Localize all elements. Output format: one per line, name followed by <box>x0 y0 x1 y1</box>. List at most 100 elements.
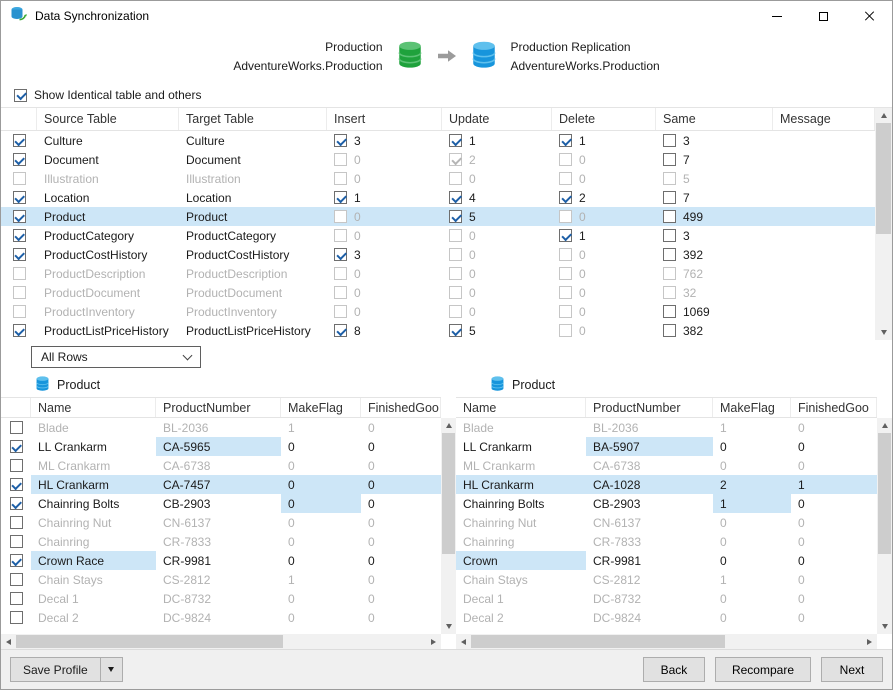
same-checkbox[interactable] <box>663 267 676 280</box>
row-select-cell[interactable] <box>1 264 37 283</box>
source-table-cell[interactable]: Culture <box>37 131 179 150</box>
column-header-makeflag[interactable]: MakeFlag <box>713 398 791 417</box>
cell-finishedgoo[interactable]: 0 <box>361 437 441 456</box>
cell-makeflag[interactable]: 0 <box>713 456 791 475</box>
delete-cell[interactable]: 0 <box>552 302 656 321</box>
cell-makeflag[interactable]: 1 <box>713 570 791 589</box>
source-table-cell[interactable]: ProductCostHistory <box>37 245 179 264</box>
column-header-makeflag[interactable]: MakeFlag <box>281 398 361 417</box>
data-row[interactable]: ML CrankarmCA-673800 <box>1 456 441 475</box>
scroll-thumb[interactable] <box>16 635 283 648</box>
update-checkbox[interactable] <box>449 210 462 223</box>
insert-cell[interactable]: 0 <box>327 283 442 302</box>
cell-productnumber[interactable]: CA-7457 <box>156 475 281 494</box>
same-cell[interactable]: 7 <box>656 188 773 207</box>
target-table-cell[interactable]: Product <box>179 207 327 226</box>
row-select-cell[interactable] <box>1 494 31 513</box>
update-checkbox[interactable] <box>449 286 462 299</box>
cell-makeflag[interactable]: 0 <box>713 532 791 551</box>
cell-name[interactable]: Chain Stays <box>31 570 156 589</box>
delete-checkbox[interactable] <box>559 153 572 166</box>
cell-productnumber[interactable]: CR-9981 <box>156 551 281 570</box>
cell-makeflag[interactable]: 0 <box>281 608 361 627</box>
scroll-up-arrow[interactable] <box>441 418 456 433</box>
target-horizontal-scrollbar[interactable] <box>456 634 877 649</box>
target-vertical-scrollbar[interactable] <box>877 418 892 634</box>
same-cell[interactable]: 32 <box>656 283 773 302</box>
row-select-checkbox[interactable] <box>10 554 23 567</box>
update-cell[interactable]: 2 <box>442 150 552 169</box>
scroll-down-arrow[interactable] <box>877 619 892 634</box>
cell-finishedgoo[interactable]: 0 <box>791 494 877 513</box>
data-row[interactable]: Crown RaceCR-998100 <box>1 551 441 570</box>
cell-name[interactable]: Decal 1 <box>456 589 586 608</box>
row-select-checkbox[interactable] <box>10 592 23 605</box>
cell-name[interactable]: Decal 2 <box>456 608 586 627</box>
delete-checkbox[interactable] <box>559 305 572 318</box>
data-row[interactable]: LL CrankarmCA-596500 <box>1 437 441 456</box>
insert-cell[interactable]: 1 <box>327 188 442 207</box>
update-cell[interactable]: 0 <box>442 169 552 188</box>
scroll-thumb[interactable] <box>878 433 891 554</box>
insert-checkbox[interactable] <box>334 229 347 242</box>
cell-finishedgoo[interactable]: 0 <box>361 494 441 513</box>
cell-name[interactable]: Chainring Bolts <box>31 494 156 513</box>
same-cell[interactable]: 5 <box>656 169 773 188</box>
cell-finishedgoo[interactable]: 0 <box>361 418 441 437</box>
same-cell[interactable]: 3 <box>656 226 773 245</box>
cell-makeflag[interactable]: 0 <box>281 551 361 570</box>
insert-cell[interactable]: 3 <box>327 131 442 150</box>
cell-finishedgoo[interactable]: 0 <box>361 513 441 532</box>
row-select-checkbox[interactable] <box>10 478 23 491</box>
cell-productnumber[interactable]: CA-5965 <box>156 437 281 456</box>
cell-finishedgoo[interactable]: 0 <box>791 608 877 627</box>
cell-name[interactable]: Chainring <box>31 532 156 551</box>
column-header-name[interactable]: Name <box>31 398 156 417</box>
same-checkbox[interactable] <box>663 134 676 147</box>
sync-table-row[interactable]: DocumentDocument0207 <box>1 150 875 169</box>
show-identical-checkbox[interactable] <box>14 89 27 102</box>
cell-finishedgoo[interactable]: 0 <box>361 608 441 627</box>
cell-makeflag[interactable]: 0 <box>713 513 791 532</box>
delete-checkbox[interactable] <box>559 229 572 242</box>
cell-makeflag[interactable]: 0 <box>713 608 791 627</box>
delete-checkbox[interactable] <box>559 172 572 185</box>
source-vertical-scrollbar[interactable] <box>441 418 456 634</box>
cell-finishedgoo[interactable]: 0 <box>791 589 877 608</box>
column-header-delete[interactable]: Delete <box>552 108 656 130</box>
column-header-select[interactable] <box>1 398 31 417</box>
save-profile-dropdown[interactable] <box>100 658 122 681</box>
column-header-source-table[interactable]: Source Table <box>37 108 179 130</box>
cell-productnumber[interactable]: CA-6738 <box>156 456 281 475</box>
cell-productnumber[interactable]: CR-9981 <box>586 551 713 570</box>
cell-name[interactable]: HL Crankarm <box>31 475 156 494</box>
delete-checkbox[interactable] <box>559 191 572 204</box>
insert-checkbox[interactable] <box>334 324 347 337</box>
scroll-up-arrow[interactable] <box>877 418 892 433</box>
update-checkbox[interactable] <box>449 267 462 280</box>
update-checkbox[interactable] <box>449 172 462 185</box>
insert-cell[interactable]: 0 <box>327 226 442 245</box>
scroll-track[interactable] <box>441 433 456 619</box>
delete-checkbox[interactable] <box>559 324 572 337</box>
update-cell[interactable]: 0 <box>442 283 552 302</box>
row-select-checkbox[interactable] <box>13 210 26 223</box>
update-cell[interactable]: 0 <box>442 264 552 283</box>
target-table-cell[interactable]: ProductCategory <box>179 226 327 245</box>
row-select-checkbox[interactable] <box>10 421 23 434</box>
delete-checkbox[interactable] <box>559 267 572 280</box>
row-select-cell[interactable] <box>1 456 31 475</box>
target-table-cell[interactable]: ProductInventory <box>179 302 327 321</box>
source-table-cell[interactable]: Location <box>37 188 179 207</box>
cell-makeflag[interactable]: 0 <box>713 551 791 570</box>
cell-makeflag[interactable]: 0 <box>281 456 361 475</box>
row-select-checkbox[interactable] <box>13 248 26 261</box>
delete-cell[interactable]: 0 <box>552 321 656 340</box>
same-checkbox[interactable] <box>663 191 676 204</box>
row-select-cell[interactable] <box>1 169 37 188</box>
row-select-checkbox[interactable] <box>10 573 23 586</box>
delete-cell[interactable]: 0 <box>552 283 656 302</box>
insert-checkbox[interactable] <box>334 305 347 318</box>
cell-productnumber[interactable]: CA-1028 <box>586 475 713 494</box>
insert-checkbox[interactable] <box>334 210 347 223</box>
